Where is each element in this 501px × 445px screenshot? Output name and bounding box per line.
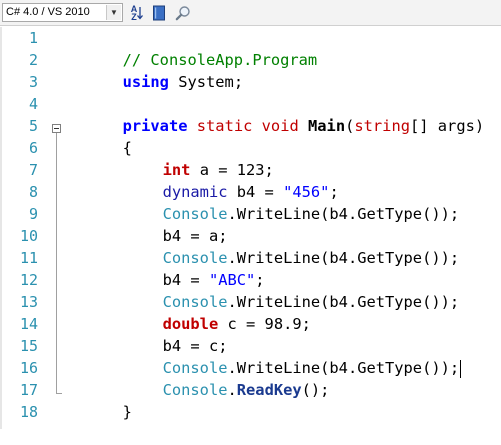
- book-button[interactable]: [149, 3, 169, 22]
- line-number: 6: [28, 139, 38, 157]
- line-number: 15: [19, 337, 38, 355]
- type-console: Console: [162, 381, 228, 399]
- code-line-2: using System;: [67, 49, 243, 91]
- method-main: Main: [308, 117, 346, 135]
- keyword-private: private: [122, 117, 188, 135]
- line-number: 5: [28, 117, 38, 135]
- code-text: c = 98.9;: [218, 315, 311, 333]
- collapse-region-button[interactable]: [52, 124, 61, 133]
- keyword-using: using: [122, 73, 169, 91]
- text-cursor: [460, 359, 462, 378]
- line-number: 9: [28, 205, 38, 223]
- line-number: 14: [19, 315, 38, 333]
- code-line-8: Console.WriteLine(b4.GetType());: [107, 181, 460, 223]
- keyword-void: void: [261, 117, 299, 135]
- method-readkey: ReadKey: [236, 381, 302, 399]
- line-number: 11: [19, 249, 38, 267]
- book-icon: [153, 5, 165, 20]
- toolbar: C# 4.0 / VS 2010 ▼ A Z: [0, 0, 501, 26]
- close-brace: }: [122, 403, 132, 421]
- fold-guide-line: [56, 133, 57, 393]
- line-number: 16: [19, 359, 38, 377]
- line-number: 18: [19, 403, 38, 421]
- code-line-9: b4 = a;: [107, 203, 228, 245]
- line-number: 12: [19, 271, 38, 289]
- language-version-value: C# 4.0 / VS 2010: [6, 6, 90, 18]
- code-line-10: Console.WriteLine(b4.GetType());: [107, 225, 460, 267]
- code-line-11: b4 = "ABC";: [107, 247, 265, 289]
- code-text: .WriteLine(b4.GetType());: [227, 205, 460, 223]
- code-line-4: private static void Main(string[] args): [67, 93, 485, 135]
- line-number: 8: [28, 183, 38, 201]
- sort-label-z: Z: [131, 11, 137, 22]
- code-text: System;: [168, 73, 244, 91]
- keyword-static: static: [196, 117, 253, 135]
- sort-alphabetically-button[interactable]: A Z: [127, 3, 147, 22]
- code-line-6: int a = 123;: [107, 137, 274, 179]
- code-area[interactable]: // ConsoleApp.Program using System; priv…: [67, 27, 501, 429]
- fold-end-marker: [56, 393, 62, 394]
- line-number: 4: [28, 95, 38, 113]
- code-line-7: dynamic b4 = "456";: [107, 159, 339, 201]
- code-line-12: Console.WriteLine(b4.GetType());: [107, 269, 460, 311]
- code-text: .: [227, 381, 237, 399]
- code-line-14: b4 = c;: [107, 313, 228, 355]
- line-number: 13: [19, 293, 38, 311]
- sort-arrow-icon: [137, 6, 144, 20]
- code-editor[interactable]: 1 2 3 4 5 6 7 8 9 10 11 12 13 14 15 16 1…: [0, 27, 501, 429]
- code-line-1: // ConsoleApp.Program: [67, 27, 318, 69]
- keyword-string: string: [354, 117, 410, 135]
- search-button[interactable]: [173, 3, 193, 22]
- line-number: 10: [19, 227, 38, 245]
- code-line-17: }: [67, 379, 132, 421]
- search-icon: [175, 5, 190, 20]
- line-number: 2: [28, 51, 38, 69]
- code-text: [] args): [409, 117, 485, 135]
- line-number: 7: [28, 161, 38, 179]
- code-line-13: double c = 98.9;: [107, 291, 311, 333]
- code-line-5: {: [67, 115, 132, 157]
- code-text: ();: [301, 381, 330, 399]
- code-text: (: [345, 117, 355, 135]
- line-number: 1: [28, 29, 38, 47]
- line-number: 3: [28, 73, 38, 91]
- code-line-15: Console.WriteLine(b4.GetType());: [107, 335, 462, 378]
- code-line-16: Console.ReadKey();: [107, 357, 330, 399]
- language-version-dropdown[interactable]: C# 4.0 / VS 2010 ▼: [2, 3, 123, 22]
- chevron-down-icon: ▼: [106, 5, 121, 20]
- line-number-gutter: 1 2 3 4 5 6 7 8 9 10 11 12 13 14 15 16 1…: [0, 27, 44, 429]
- line-number: 17: [19, 381, 38, 399]
